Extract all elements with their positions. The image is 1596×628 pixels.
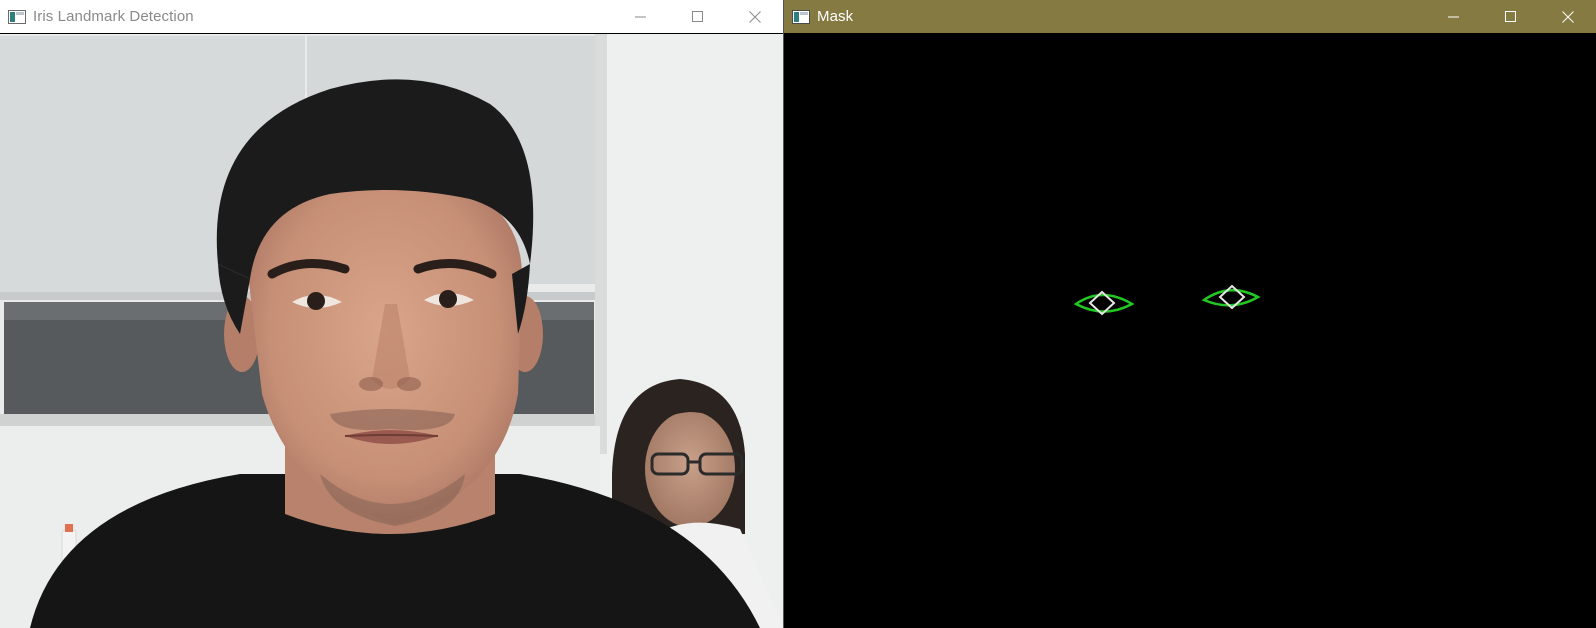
opencv-window-icon (8, 9, 26, 24)
minimize-button[interactable] (612, 0, 669, 33)
webcam-frame (0, 34, 783, 628)
maximize-button[interactable] (1482, 0, 1539, 33)
mask-window[interactable]: Mask (784, 0, 1596, 628)
close-icon (748, 10, 761, 23)
window-title: Iris Landmark Detection (33, 8, 194, 25)
mask-canvas (784, 34, 1596, 628)
window-titlebar[interactable]: Iris Landmark Detection (0, 0, 783, 33)
opencv-window-icon (792, 9, 810, 24)
minimize-icon (1447, 16, 1459, 17)
close-icon (1561, 10, 1574, 23)
minimize-button[interactable] (1425, 0, 1482, 33)
minimize-icon (634, 16, 646, 17)
close-button[interactable] (726, 0, 783, 33)
iris-landmark-window[interactable]: Iris Landmark Detection (0, 0, 783, 628)
maximize-icon (691, 10, 703, 22)
maximize-button[interactable] (669, 0, 726, 33)
maximize-icon (1504, 10, 1516, 22)
right-eye-contour (1201, 289, 1261, 307)
close-button[interactable] (1539, 0, 1596, 33)
window-titlebar[interactable]: Mask (784, 0, 1596, 33)
left-eye-contour (1073, 293, 1135, 313)
webcam-image (0, 34, 783, 628)
mask-image (1073, 284, 1261, 316)
window-title: Mask (817, 8, 854, 25)
